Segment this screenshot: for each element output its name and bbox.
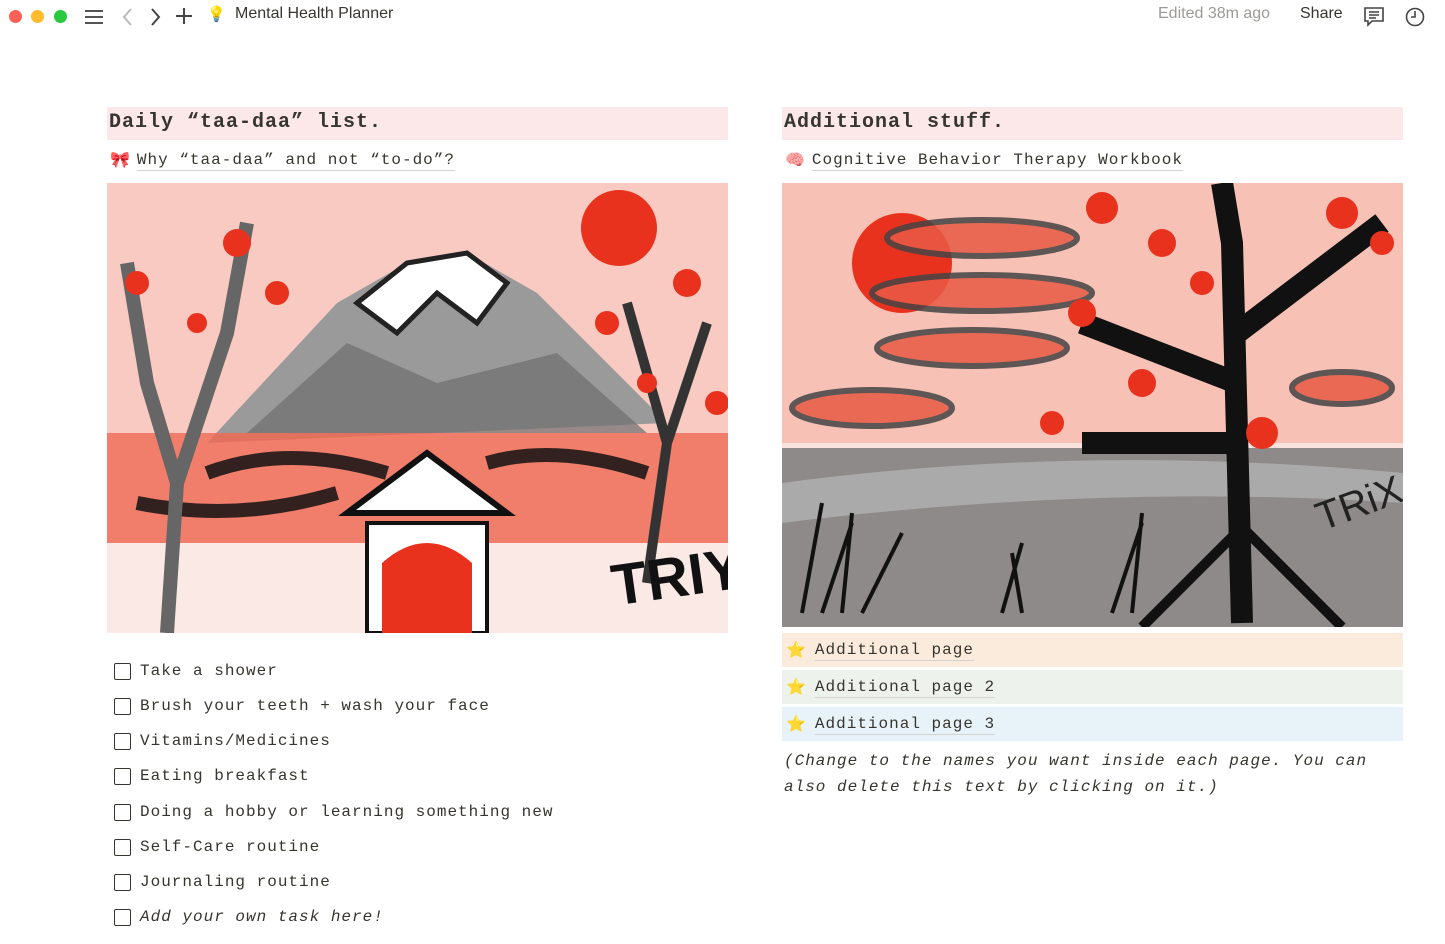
- clock-icon[interactable]: [1404, 6, 1426, 28]
- forward-icon[interactable]: [150, 7, 162, 27]
- page-label: Additional page 2: [814, 677, 996, 698]
- checkbox[interactable]: [114, 732, 131, 750]
- minimize-window-button[interactable]: [31, 10, 44, 23]
- task-item[interactable]: Eating breakfast: [114, 767, 310, 785]
- back-icon[interactable]: [121, 7, 133, 27]
- task-label: Add your own task here!: [140, 908, 384, 926]
- additional-stuff-heading: Additional stuff.: [782, 107, 1403, 140]
- star-icon: ⭐: [786, 642, 807, 660]
- star-icon: ⭐: [786, 716, 807, 734]
- checkbox[interactable]: [114, 662, 131, 680]
- task-item[interactable]: Self-Care routine: [114, 838, 320, 856]
- comment-icon[interactable]: [1363, 6, 1385, 28]
- left-column: Daily “taa-daa” list. 🎀 Why “taa-daa” an…: [107, 107, 728, 633]
- additional-page-2-link[interactable]: ⭐ Additional page 2: [782, 670, 1403, 704]
- page-label: Additional page: [814, 640, 974, 661]
- task-label: Journaling routine: [140, 873, 331, 891]
- page-label: Additional page 3: [814, 714, 996, 735]
- checkbox[interactable]: [114, 697, 131, 715]
- share-button[interactable]: Share: [1300, 5, 1343, 23]
- checkbox[interactable]: [114, 803, 131, 821]
- task-item[interactable]: Doing a hobby or learning something new: [114, 803, 553, 821]
- plus-icon[interactable]: [175, 7, 193, 25]
- edited-status: Edited 38m ago: [1158, 5, 1271, 22]
- close-window-button[interactable]: [9, 10, 22, 23]
- mountain-painting-image: TRIY: [107, 183, 728, 633]
- task-label: Brush your teeth + wash your face: [140, 697, 490, 715]
- page-title[interactable]: Mental Health Planner: [235, 5, 393, 23]
- right-column: Additional stuff. 🧠 Cognitive Behavior T…: [782, 107, 1403, 796]
- task-item[interactable]: Brush your teeth + wash your face: [114, 697, 490, 715]
- task-item[interactable]: Take a shower: [114, 662, 278, 680]
- checkbox[interactable]: [114, 838, 131, 856]
- task-item[interactable]: Vitamins/Medicines: [114, 732, 331, 750]
- brain-icon: 🧠: [785, 152, 806, 170]
- task-label: Doing a hobby or learning something new: [140, 803, 554, 821]
- tree-painting-image: TRiX: [782, 183, 1403, 627]
- checkbox[interactable]: [114, 908, 131, 926]
- ribbon-icon: 🎀: [110, 152, 131, 170]
- top-bar: 💡 Mental Health Planner Edited 38m ago S…: [0, 0, 1445, 34]
- task-label: Eating breakfast: [140, 767, 310, 785]
- task-label: Vitamins/Medicines: [140, 732, 331, 750]
- brain-bulb-icon: 💡: [207, 6, 226, 23]
- link-label: Cognitive Behavior Therapy Workbook: [811, 150, 1183, 171]
- checkbox[interactable]: [114, 767, 131, 785]
- task-item[interactable]: Journaling routine: [114, 873, 331, 891]
- cbt-workbook-link[interactable]: 🧠 Cognitive Behavior Therapy Workbook: [782, 148, 1403, 172]
- checkbox[interactable]: [114, 873, 131, 891]
- instruction-note[interactable]: (Change to the names you want inside eac…: [784, 748, 1394, 800]
- link-label: Why “taa-daa” and not “to-do”?: [136, 150, 455, 171]
- task-item[interactable]: Add your own task here!: [114, 908, 384, 926]
- star-icon: ⭐: [786, 679, 807, 697]
- task-label: Take a shower: [140, 662, 278, 680]
- additional-page-3-link[interactable]: ⭐ Additional page 3: [782, 707, 1403, 741]
- why-taa-daa-link[interactable]: 🎀 Why “taa-daa” and not “to-do”?: [107, 148, 728, 172]
- maximize-window-button[interactable]: [54, 10, 67, 23]
- additional-page-link[interactable]: ⭐ Additional page: [782, 633, 1403, 667]
- task-label: Self-Care routine: [140, 838, 321, 856]
- menu-icon[interactable]: [84, 8, 104, 26]
- daily-list-heading: Daily “taa-daa” list.: [107, 107, 728, 140]
